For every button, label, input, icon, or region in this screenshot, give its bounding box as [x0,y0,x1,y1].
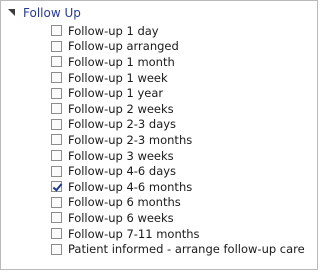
checklist-item[interactable]: Follow-up 2-3 days [51,117,305,133]
collapse-triangle-icon[interactable] [7,8,17,18]
checklist-item-label: Follow-up arranged [68,39,179,54]
checklist-item-label: Follow-up 7-11 months [68,226,200,241]
checklist-item-label: Follow-up 4-6 days [68,164,177,179]
checkbox[interactable] [51,212,62,224]
checklist-item[interactable]: Follow-up 4-6 days [51,163,305,179]
checklist-item-label: Patient informed - arrange follow-up car… [68,242,305,257]
checkbox[interactable] [51,87,62,99]
checklist-item-label: Follow-up 1 year [68,86,164,101]
checklist-item[interactable]: Follow-up 7-11 months [51,226,305,242]
checklist-item-label: Follow-up 2-3 days [68,117,177,132]
checklist-item[interactable]: Follow-up 6 weeks [51,210,305,226]
follow-up-checklist: Follow-up 1 day Follow-up arranged Follow-… [51,23,305,257]
checkbox[interactable] [51,56,62,68]
follow-up-group-header[interactable]: Follow Up [7,5,81,21]
checklist-item-label: Follow-up 4-6 months [68,179,193,194]
checklist-item[interactable]: Follow-up 2-3 months [51,132,305,148]
checkbox[interactable] [51,118,62,130]
checkbox[interactable] [51,228,62,240]
checklist-item[interactable]: Follow-up 1 day [51,23,305,39]
checklist-item[interactable]: Follow-up 1 week [51,70,305,86]
checklist-item[interactable]: Follow-up 4-6 months [51,179,305,195]
checklist-item-label: Follow-up 6 weeks [68,210,174,225]
checklist-item-label: Follow-up 2 weeks [68,101,174,116]
checklist-item[interactable]: Follow-up arranged [51,39,305,55]
checkbox[interactable] [51,40,62,52]
checklist-item[interactable]: Patient informed - arrange follow-up car… [51,241,305,257]
checkbox[interactable] [51,243,62,255]
checkbox[interactable] [51,196,62,208]
checklist-item-label: Follow-up 6 months [68,195,181,210]
follow-up-panel: Follow Up Follow-up 1 day Follow-up arran… [0,0,318,270]
checklist-item-label: Follow-up 1 month [68,54,175,69]
checkbox[interactable] [51,25,62,37]
checkbox[interactable] [51,103,62,115]
checklist-item[interactable]: Follow-up 1 year [51,85,305,101]
checkbox[interactable] [51,72,62,84]
checklist-item-label: Follow-up 2-3 months [68,132,193,147]
checklist-item-label: Follow-up 3 weeks [68,148,174,163]
checklist-item-label: Follow-up 1 week [68,70,168,85]
checklist-item[interactable]: Follow-up 1 month [51,54,305,70]
checkbox[interactable] [51,134,62,146]
checklist-item[interactable]: Follow-up 6 months [51,195,305,211]
checkbox-checked[interactable] [51,181,62,193]
checkbox[interactable] [51,165,62,177]
checklist-item-label: Follow-up 1 day [68,23,159,38]
checkbox[interactable] [51,150,62,162]
checklist-item[interactable]: Follow-up 2 weeks [51,101,305,117]
checklist-item[interactable]: Follow-up 3 weeks [51,148,305,164]
group-title: Follow Up [23,6,81,20]
